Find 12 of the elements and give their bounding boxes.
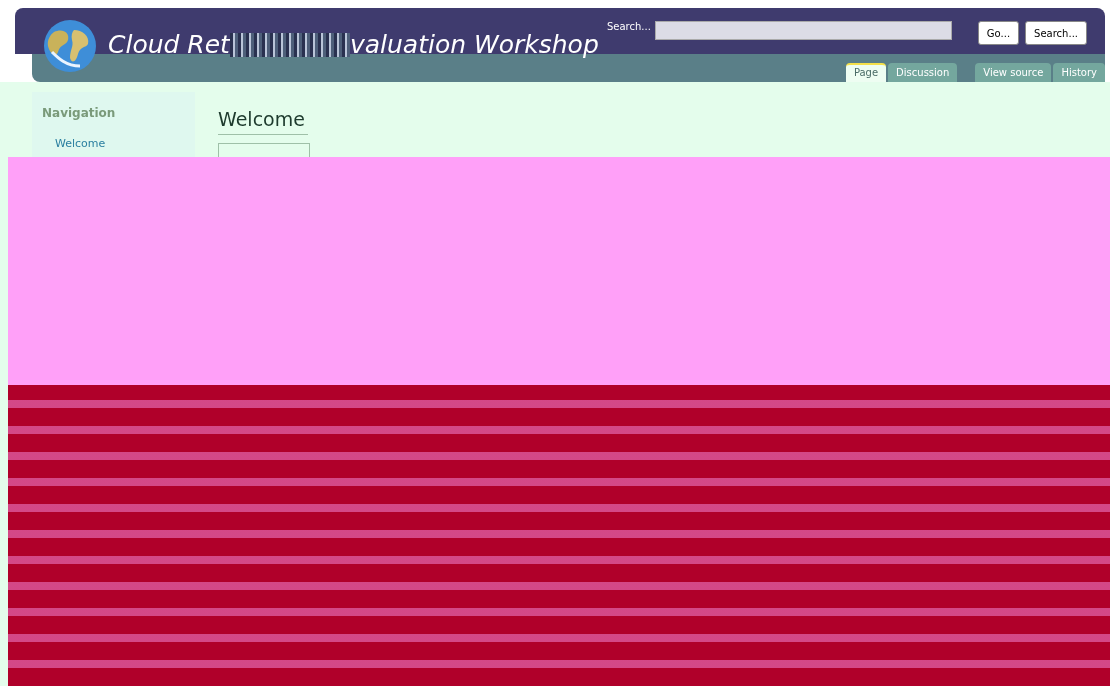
search-label: Search...	[606, 21, 651, 32]
page-tab[interactable]: Page	[845, 63, 887, 82]
page-tab[interactable]: Discussion	[888, 63, 958, 82]
page-tab[interactable]: History	[1053, 63, 1105, 82]
sidebar-link[interactable]: Welcome	[55, 137, 106, 150]
search-field[interactable]	[654, 21, 952, 40]
page-heading: Welcome	[218, 108, 308, 135]
search-button[interactable]: Search...	[1025, 21, 1087, 45]
sidebar-heading: Navigation	[42, 106, 117, 120]
page-tab[interactable]: View source	[975, 63, 1052, 82]
site-title: Cloud Ret valuation Workshop	[108, 30, 599, 59]
search-button[interactable]: Go...	[977, 21, 1020, 45]
